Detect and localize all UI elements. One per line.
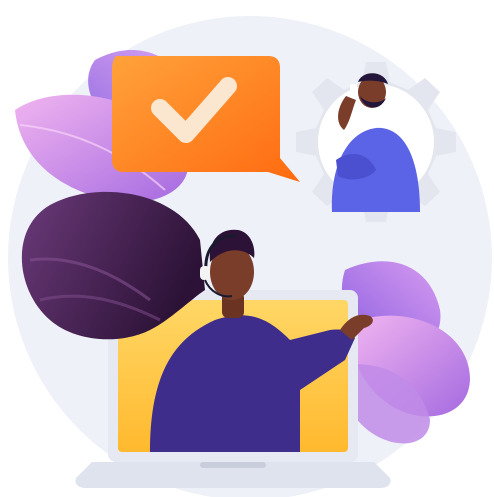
phone-icon [350, 84, 357, 98]
speech-bubble [112, 56, 300, 182]
illustration-canvas [8, 16, 492, 497]
support-illustration [0, 0, 494, 497]
